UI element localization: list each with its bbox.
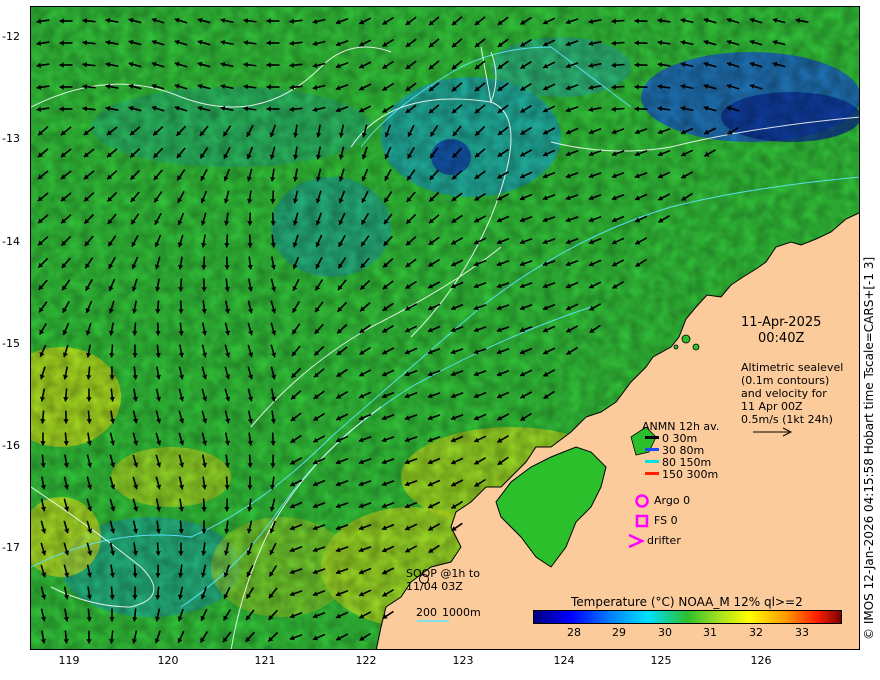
lon-label: 119 [58,654,80,667]
colorbar-tick: 31 [703,626,717,639]
anmn-legend-label: 150 300m [662,468,719,481]
lat-label: -12 [2,30,20,43]
colorbar-tick: 30 [658,626,672,639]
drifter-label: drifter [647,534,681,547]
arrow-swatch-icon [645,472,659,475]
lon-label: 123 [452,654,474,667]
colorbar [533,610,842,624]
colorbar-title: Temperature (°C) NOAA_M 12% ql>=2 [571,595,803,609]
lon-label: 120 [157,654,179,667]
lon-label: 125 [650,654,672,667]
lat-label: -15 [2,337,20,350]
arrow-swatch-icon [645,436,659,439]
lat-label: -14 [2,235,20,248]
colorbar-tick: 29 [612,626,626,639]
arrow-swatch-icon [645,448,659,451]
lat-label: -13 [2,132,20,145]
lat-label: -17 [2,541,20,554]
lon-label: 121 [254,654,276,667]
desc-line: and velocity for [741,387,827,400]
soop-label: 11/04 03Z [406,580,463,593]
soop-label: SOOP @1h to [406,567,480,580]
argo-label: Argo 0 [654,494,691,507]
credit-timestamp-text: © IMOS 12-Jan-2026 04:15:58 Hobart time … [862,256,876,640]
depth-legend-1000: 1000m [442,606,481,619]
depth-legend-200: 200 [416,606,437,619]
colorbar-tick: 33 [795,626,809,639]
colorbar-tick: 28 [567,626,581,639]
desc-line: 0.5m/s (1kt 24h) [741,413,833,426]
map-area[interactable] [30,6,860,650]
lon-label: 126 [750,654,772,667]
lat-label: -16 [2,439,20,452]
arrow-swatch-icon [645,460,659,463]
desc-line: Altimetric sealevel [741,361,844,374]
anmn-legend-item: 150 300m [645,468,718,481]
desc-line: (0.1m contours) [741,374,830,387]
fs-label: FS 0 [654,514,678,527]
lon-label: 122 [355,654,377,667]
date-label: 11-Apr-2025 [741,315,822,330]
lon-label: 124 [553,654,575,667]
desc-line: 11 Apr 00Z [741,400,803,413]
colorbar-tick: 32 [749,626,763,639]
time-label: 00:40Z [758,331,805,346]
